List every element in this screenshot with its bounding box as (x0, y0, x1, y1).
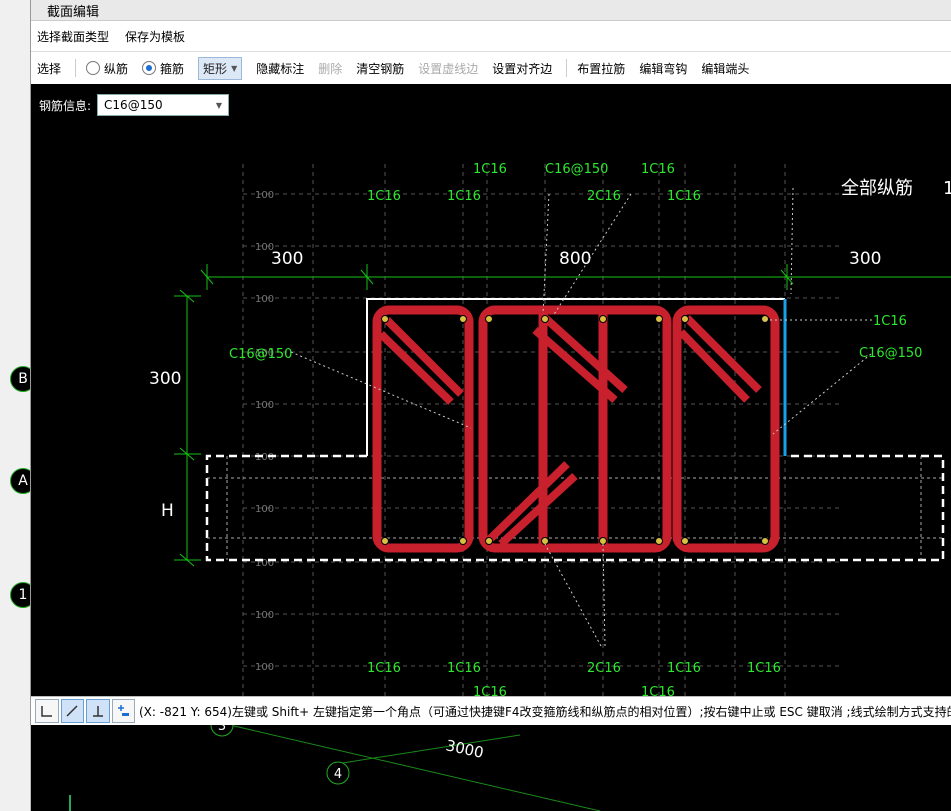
offset-point-icon[interactable] (111, 699, 135, 723)
label-top-row2: 1C16 (667, 189, 701, 204)
chevron-down-icon: ▼ (215, 100, 223, 110)
place-tie-button[interactable]: 布置拉筋 (577, 60, 625, 77)
rebar-info-bar: 钢筋信息: C16@150 ▼ (39, 94, 230, 116)
line-draw-icon[interactable] (60, 699, 84, 723)
hide-labels-button[interactable]: 隐藏标注 (256, 60, 304, 77)
grid-label: 100 (255, 400, 274, 411)
rebar-info-select[interactable]: C16@150 ▼ (97, 94, 230, 116)
toolbar-separator (75, 59, 77, 77)
label-bottom-row2: 1C16 (473, 685, 507, 696)
rebar-info-value: C16@150 (104, 98, 163, 112)
drawing-canvas[interactable]: 100 100 100 100 100 100 100 100 100 100 (31, 84, 951, 696)
grid-label: 100 (255, 662, 274, 673)
dim-h: H (161, 501, 174, 521)
axis-marker-3: 3 (218, 725, 226, 734)
ortho-l-icon[interactable] (35, 699, 59, 723)
label-bottom-row1: 1C16 (367, 661, 401, 676)
stirrup-hooks (378, 313, 762, 547)
shape-dropdown-label: 矩形 (203, 61, 228, 76)
label-top-row1: C16@150 (545, 162, 608, 177)
label-bottom-row1: 2C16 (587, 661, 621, 676)
status-text: (X: -821 Y: 654)左键或 Shift+ 左键指定第一个角点（可通过… (139, 704, 951, 719)
label-bottom-row1: 1C16 (447, 661, 481, 676)
label-bottom-row2: 1C16 (641, 685, 675, 696)
label-bottom-row1: 1C16 (747, 661, 781, 676)
rebar-labels: 1C16 C16@150 1C16 1C16 1C16 2C16 1C16 C1… (229, 162, 922, 696)
dim-height: 300 (149, 369, 181, 389)
label-right-1c16: 1C16 (873, 314, 907, 329)
set-align-edge-button[interactable]: 设置对齐边 (492, 60, 552, 77)
edit-hook-button[interactable]: 编辑弯钩 (639, 60, 687, 77)
grid-label: 100 (255, 504, 274, 515)
axis-dim-3000: 3000 (444, 736, 485, 762)
background-axis-area: 4 3 3000 (69, 725, 601, 811)
rebar-info-label: 钢筋信息: (39, 98, 92, 113)
label-left-stirrup: C16@150 (229, 347, 292, 362)
radio-stirrup[interactable]: 箍筋 (142, 60, 184, 77)
label-top-row1: 1C16 (473, 162, 507, 177)
toolbar: 选择 纵筋 箍筋 矩形 ▼ 隐藏标注 删除 清空钢筋 设置虚线边 设置对齐边 布置… (31, 52, 951, 85)
section-drawing: 100 100 100 100 100 100 100 100 100 100 (149, 162, 951, 696)
label-top-row2: 2C16 (587, 189, 621, 204)
dim-right: 300 (849, 249, 881, 269)
label-right-stirrup: C16@150 (859, 346, 922, 361)
shape-dropdown[interactable]: 矩形 ▼ (198, 56, 243, 80)
label-bottom-row1: 1C16 (667, 661, 701, 676)
radio-selected-icon (142, 61, 157, 75)
radio-stirrup-label: 箍筋 (160, 61, 185, 76)
grid-label: 100 (255, 190, 274, 201)
radio-longitudinal-label: 纵筋 (104, 61, 129, 76)
radio-icon (86, 61, 101, 75)
dim-middle: 800 (559, 249, 591, 269)
label-all-longitudinal: 全部纵筋 (841, 178, 913, 199)
label-top-row2: 1C16 (447, 189, 481, 204)
clear-rebar-button[interactable]: 清空钢筋 (356, 60, 404, 77)
section-edit-dialog: 截面编辑 选择截面类型 保存为模板 选择 纵筋 箍筋 矩形 ▼ 隐藏标注 删除 清… (30, 0, 951, 725)
axis-marker-4: 4 (334, 767, 342, 782)
menu-save-as-template[interactable]: 保存为模板 (125, 28, 185, 45)
dim-left: 300 (271, 249, 303, 269)
label-top-row1: 1C16 (641, 162, 675, 177)
toolbar-separator (566, 59, 568, 77)
perpendicular-icon[interactable] (86, 699, 110, 723)
grid-label: 100 (255, 294, 274, 305)
select-button[interactable]: 选择 (37, 60, 61, 77)
radio-longitudinal[interactable]: 纵筋 (86, 60, 128, 77)
dialog-title: 截面编辑 (31, 0, 951, 21)
set-virtual-edge-button[interactable]: 设置虚线边 (418, 60, 478, 77)
edit-end-button[interactable]: 编辑端头 (701, 60, 749, 77)
grid-label: 100 (255, 452, 274, 463)
grid-label: 100 (255, 610, 274, 621)
menu-select-section-type[interactable]: 选择截面类型 (37, 28, 109, 45)
label-all-longitudinal-suffix: 1 (943, 178, 951, 199)
menu-bar: 选择截面类型 保存为模板 (31, 21, 951, 52)
delete-button[interactable]: 删除 (318, 60, 342, 77)
background-window-strip: B A 1 (0, 0, 36, 811)
label-top-row2: 1C16 (367, 189, 401, 204)
chevron-down-icon: ▼ (231, 63, 238, 73)
status-bar: (X: -821 Y: 654)左键或 Shift+ 左键指定第一个角点（可通过… (31, 696, 951, 725)
